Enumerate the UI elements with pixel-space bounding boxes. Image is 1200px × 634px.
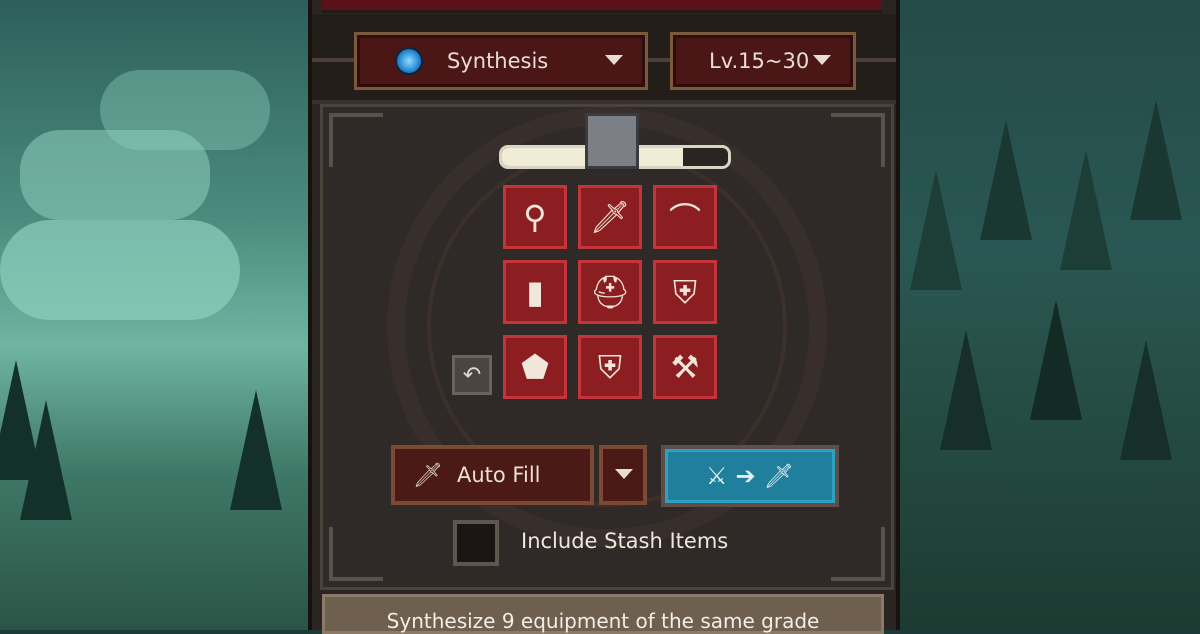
description-text: Synthesize 9 equipment of the same grade [386, 609, 820, 633]
equipment-slot[interactable]: ⬟ [503, 335, 567, 399]
chest-armor-icon: ⛨ [597, 347, 622, 386]
auto-fill-label: Auto Fill [457, 463, 541, 487]
equipment-slot[interactable]: ⛨ [653, 260, 717, 324]
synthesis-arena: ⚲ 🗡 ⌒ ▮ ⛑ ⛨ ⬟ ⛨ ⚒ ↶ 🗡 Auto Fill ⚔ ➔ 🗡 Include St… [320, 104, 894, 590]
equipment-slot[interactable]: 🗡 [578, 185, 642, 249]
mace-icon: ⚲ [523, 198, 547, 236]
include-stash-checkbox[interactable] [453, 520, 499, 566]
equipment-slot[interactable]: ⛑ [578, 260, 642, 324]
chevron-down-icon [813, 55, 831, 65]
level-dropdown[interactable]: Lv.15~30 [670, 32, 856, 90]
corner-ornament [831, 527, 885, 581]
left-forest-scene [0, 0, 310, 630]
synthesize-button[interactable]: ⚔ ➔ 🗡 [661, 445, 839, 507]
frost-sword-icon: 🗡 [589, 198, 631, 236]
helmet-icon: ⛑ [589, 273, 631, 311]
synthesis-dropdown[interactable]: Synthesis [354, 32, 648, 90]
equipment-slot[interactable]: ⛨ [578, 335, 642, 399]
right-forest-scene [890, 0, 1200, 630]
description-bar: Synthesize 9 equipment of the same grade [322, 594, 884, 634]
spellbook-icon: ▮ [526, 273, 544, 311]
equipment-slot[interactable]: ▮ [503, 260, 567, 324]
materials-icon: ⚔ [705, 462, 728, 490]
corner-ornament [329, 113, 383, 167]
axe-icon: ⚒ [670, 348, 700, 386]
arrow-right-icon: ➔ [735, 462, 756, 490]
result-sword-icon: 🗡 [763, 462, 795, 490]
undo-icon: ↶ [462, 362, 482, 388]
chevron-down-icon [615, 469, 633, 479]
equipment-slot[interactable]: ⚲ [503, 185, 567, 249]
sword-icon: 🗡 [412, 461, 444, 489]
auto-fill-button[interactable]: 🗡 Auto Fill [391, 445, 594, 505]
corner-ornament [831, 113, 885, 167]
include-stash-label: Include Stash Items [521, 529, 729, 553]
corner-ornament [329, 527, 383, 581]
top-frame-strip [322, 0, 882, 13]
chevron-down-icon [605, 55, 623, 65]
blue-gem-icon [395, 47, 423, 75]
panel-header: Synthesis Lv.15~30 [312, 14, 896, 104]
bow-icon: ⌒ [668, 200, 701, 238]
cat-mascot-icon [585, 113, 639, 169]
auto-fill-options-button[interactable] [599, 445, 647, 505]
undo-button[interactable]: ↶ [452, 355, 492, 395]
level-dropdown-label: Lv.15~30 [709, 49, 810, 73]
shield-icon: ⬟ [521, 348, 549, 386]
synthesis-panel: Synthesis Lv.15~30 ⚲ 🗡 ⌒ ▮ ⛑ ⛨ ⬟ ⛨ ⚒ ↶ 🗡 Auto Fi… [308, 0, 900, 634]
armor-icon: ⛨ [672, 272, 697, 311]
synthesis-dropdown-label: Synthesis [447, 49, 549, 73]
equipment-slot[interactable]: ⌒ [653, 185, 717, 249]
equipment-slot[interactable]: ⚒ [653, 335, 717, 399]
